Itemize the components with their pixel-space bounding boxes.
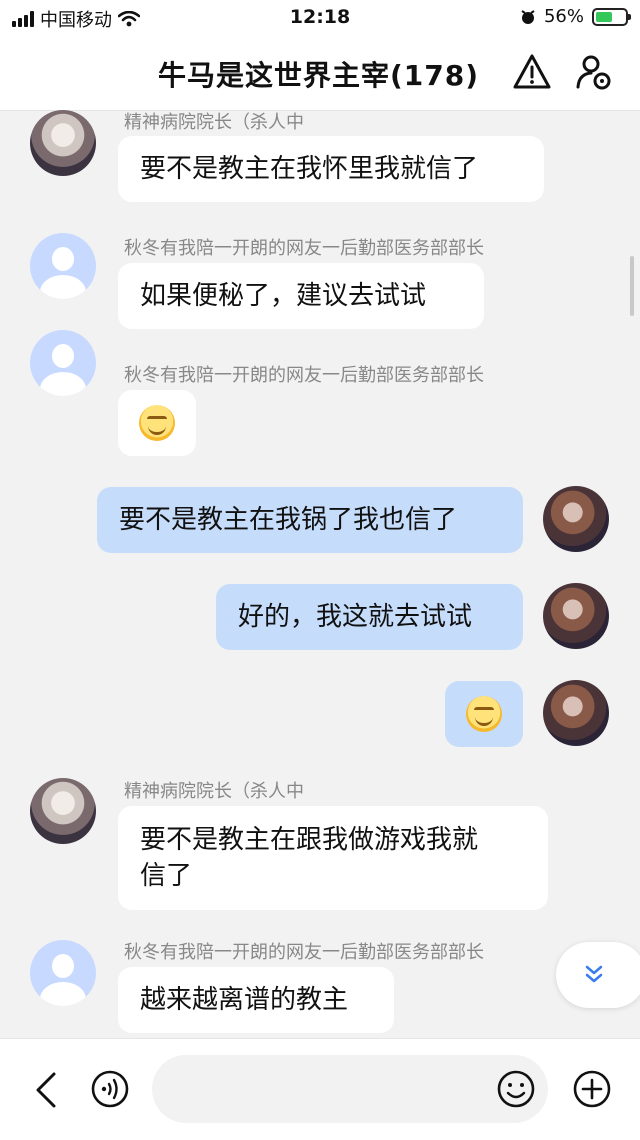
input-bar bbox=[0, 1038, 640, 1140]
scrollbar[interactable] bbox=[630, 256, 634, 316]
sender-name: 秋冬有我陪一开朗的网友一后勤部医务部部长 bbox=[124, 365, 484, 386]
message-text: 越来越离谱的教主 bbox=[140, 985, 349, 1015]
chat-header: 牛马是这世界主宰(178) bbox=[0, 36, 640, 111]
emoji-icon[interactable] bbox=[496, 1069, 536, 1109]
voice-icon[interactable] bbox=[90, 1069, 130, 1109]
message-text: 要不是教主在我怀里我就信了 bbox=[140, 154, 479, 184]
status-right: 56% bbox=[520, 6, 631, 27]
back-chevron-icon[interactable] bbox=[34, 1071, 58, 1109]
message-input[interactable] bbox=[152, 1055, 548, 1123]
my-avatar[interactable] bbox=[543, 680, 609, 746]
message-text: 要不是教主在跟我做游戏我就 bbox=[140, 825, 479, 855]
avatar[interactable] bbox=[30, 233, 96, 299]
message-bubble-mine[interactable]: 好的，我这就去试试 bbox=[216, 584, 523, 650]
grin-emoji-icon bbox=[466, 696, 502, 732]
sender-name: 精神病院院长（杀人中 bbox=[124, 781, 304, 802]
message-list[interactable]: 精神病院院长（杀人中 要不是教主在我怀里我就信了 秋冬有我陪一开朗的网友一后勤部… bbox=[0, 110, 640, 1038]
message-text: 如果便秘了，建议去试试 bbox=[140, 281, 427, 311]
message-bubble[interactable]: 要不是教主在我怀里我就信了 bbox=[118, 136, 544, 202]
my-avatar[interactable] bbox=[543, 486, 609, 552]
sender-name: 秋冬有我陪一开朗的网友一后勤部医务部部长 bbox=[124, 238, 484, 259]
message-text: 信了 bbox=[140, 861, 193, 891]
avatar[interactable] bbox=[30, 330, 96, 396]
group-settings-icon[interactable] bbox=[574, 52, 614, 92]
sender-name: 精神病院院长（杀人中 bbox=[124, 112, 304, 133]
my-avatar[interactable] bbox=[543, 583, 609, 649]
battery-percent: 56% bbox=[543, 6, 584, 27]
message-bubble[interactable]: 要不是教主在跟我做游戏我就 信了 bbox=[118, 806, 548, 910]
message-text: 好的，我这就去试试 bbox=[238, 602, 473, 632]
message-bubble[interactable] bbox=[118, 390, 196, 456]
battery-icon bbox=[592, 7, 631, 26]
group-title[interactable]: 牛马是这世界主宰(178) bbox=[158, 54, 479, 94]
message-bubble[interactable]: 越来越离谱的教主 bbox=[118, 967, 394, 1033]
avatar[interactable] bbox=[30, 778, 96, 844]
warning-triangle-icon[interactable] bbox=[512, 52, 552, 92]
grin-emoji-icon bbox=[139, 405, 175, 441]
status-bar: 中国移动 12:18 56% bbox=[0, 0, 640, 36]
message-bubble-mine[interactable] bbox=[445, 681, 523, 747]
scroll-to-bottom-button[interactable] bbox=[556, 942, 640, 1008]
message-bubble-mine[interactable]: 要不是教主在我锅了我也信了 bbox=[97, 487, 523, 553]
message-bubble[interactable]: 如果便秘了，建议去试试 bbox=[118, 263, 484, 329]
sender-name: 秋冬有我陪一开朗的网友一后勤部医务部部长 bbox=[124, 942, 484, 963]
alarm-icon bbox=[521, 9, 535, 24]
avatar[interactable] bbox=[30, 940, 96, 1006]
avatar[interactable] bbox=[30, 110, 96, 176]
plus-icon[interactable] bbox=[572, 1069, 612, 1109]
double-chevron-down-icon bbox=[585, 965, 603, 983]
message-text: 要不是教主在我锅了我也信了 bbox=[119, 505, 458, 535]
